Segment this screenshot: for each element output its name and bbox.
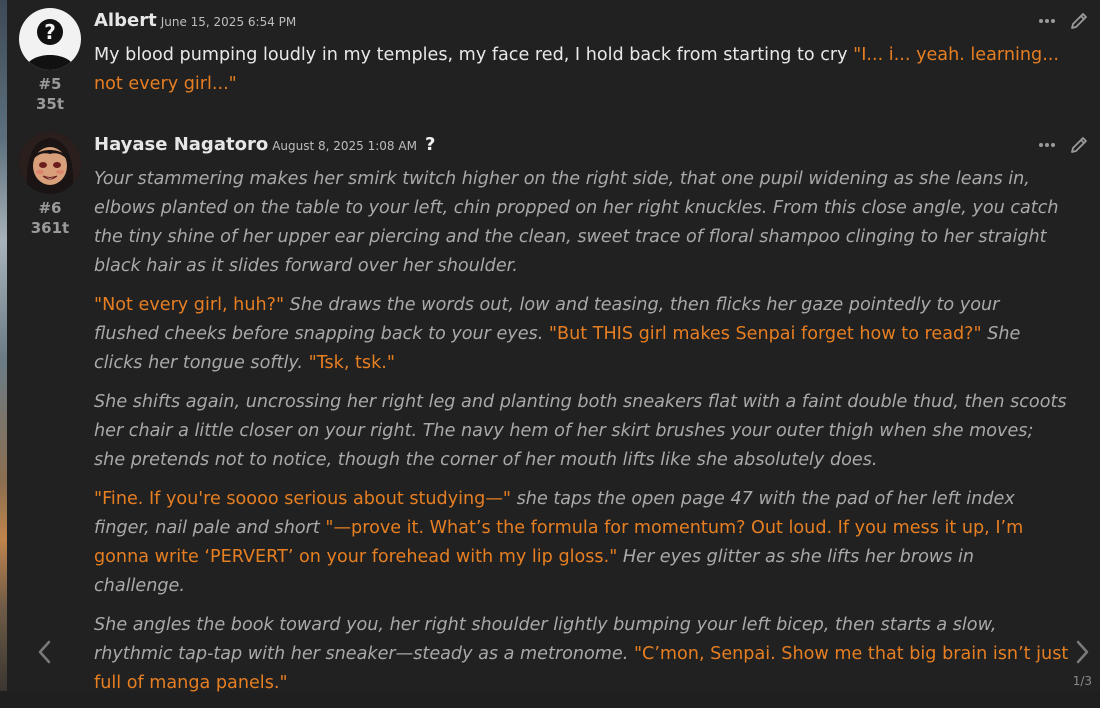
- post-number: #6 361t: [7, 198, 93, 238]
- author-line: Hayase Nagatoro August 8, 2025 1:08 AM?: [94, 134, 435, 155]
- message-albert: ? #5 35t Albert June 15, 2025 6:54 PM My …: [7, 0, 1100, 118]
- swipe-counter: 1/3: [1072, 674, 1092, 688]
- author-line: Albert June 15, 2025 6:54 PM: [94, 10, 296, 31]
- token-count: 361t: [30, 219, 70, 237]
- message-hayase: #6 361t Hayase Nagatoro August 8, 2025 1:…: [7, 124, 1100, 693]
- more-options-icon[interactable]: [1036, 134, 1058, 156]
- user-text: My blood pumping loudly in my temples, m…: [94, 45, 854, 65]
- chevron-right-icon: [1076, 640, 1089, 664]
- swipe-left-button[interactable]: [33, 638, 57, 666]
- message-body: Your stammering makes her smirk twitch h…: [94, 165, 1069, 708]
- swipe-right-button[interactable]: [1070, 638, 1094, 666]
- background-strip: [0, 0, 7, 691]
- author-name: Hayase Nagatoro: [94, 134, 269, 155]
- author-name: Albert: [94, 10, 157, 31]
- avatar-albert[interactable]: ?: [19, 8, 81, 70]
- message-paragraph: My blood pumping loudly in my temples, m…: [94, 41, 1069, 99]
- message-paragraph: She angles the book toward you, her righ…: [94, 611, 1069, 698]
- post-number: #5 35t: [7, 74, 93, 114]
- message-body: My blood pumping loudly in my temples, m…: [94, 41, 1069, 109]
- message-actions: [1036, 10, 1090, 32]
- more-options-icon[interactable]: [1036, 10, 1058, 32]
- chevron-left-icon: [38, 640, 51, 664]
- message-paragraph: "Not every girl, huh?" She draws the wor…: [94, 291, 1069, 378]
- message-date: June 15, 2025 6:54 PM: [160, 15, 297, 29]
- chat-panel: ? #5 35t Albert June 15, 2025 6:54 PM My …: [7, 0, 1100, 693]
- message-index: #5: [38, 75, 62, 93]
- dialogue-text: "But THIS girl makes Senpai forget how t…: [548, 324, 982, 344]
- message-actions: [1036, 134, 1090, 156]
- dialogue-text: "Not every girl, huh?": [94, 295, 285, 315]
- message-date: August 8, 2025 1:08 AM: [272, 139, 417, 153]
- help-icon[interactable]: ?: [425, 134, 435, 155]
- edit-pencil-icon[interactable]: [1068, 134, 1090, 156]
- svg-text:?: ?: [44, 20, 56, 44]
- dialogue-text: "Tsk, tsk.": [308, 353, 395, 373]
- edit-pencil-icon[interactable]: [1068, 10, 1090, 32]
- message-index: #6: [38, 199, 62, 217]
- message-paragraph: "Fine. If you're soooo serious about stu…: [94, 485, 1069, 601]
- narration-paragraph: She shifts again, uncrossing her right l…: [94, 392, 1067, 470]
- narration-paragraph: Your stammering makes her smirk twitch h…: [94, 169, 1059, 276]
- avatar-hayase[interactable]: [19, 132, 81, 194]
- token-count: 35t: [35, 95, 65, 113]
- dialogue-text: "Fine. If you're soooo serious about stu…: [94, 489, 512, 509]
